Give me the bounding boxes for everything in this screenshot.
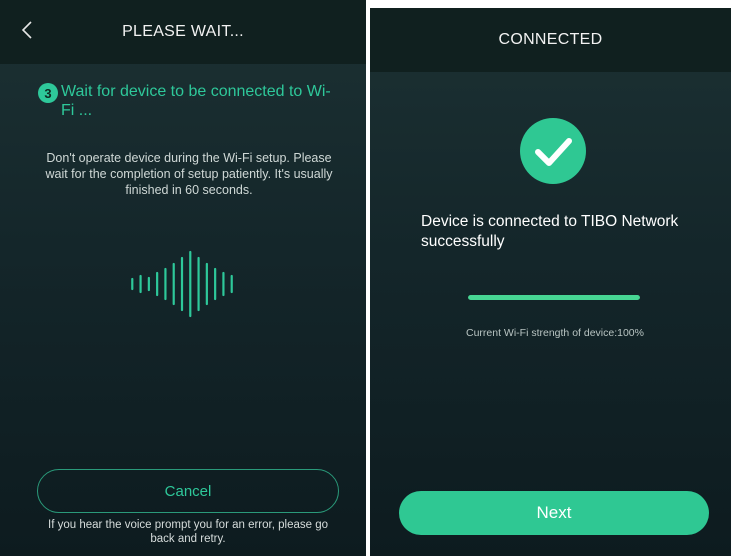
- page-title: CONNECTED: [498, 31, 603, 48]
- wifi-strength-label: Current Wi-Fi strength of device:100%: [466, 327, 644, 339]
- chevron-left-icon: [21, 21, 32, 39]
- success-message: Device is connected to TIBO Network succ…: [421, 213, 679, 250]
- cancel-button[interactable]: Cancel: [37, 469, 339, 513]
- step-indicator: 3 Wait for device to be connected to Wi-…: [38, 82, 338, 120]
- step-number-badge: 3: [38, 83, 58, 103]
- setup-description: Don't operate device during the Wi-Fi se…: [45, 151, 333, 197]
- back-button[interactable]: [16, 18, 38, 42]
- next-button[interactable]: Next: [399, 491, 709, 535]
- page-title: PLEASE WAIT...: [122, 23, 244, 40]
- connected-screen: CONNECTED Device is connected to TIBO Ne…: [370, 8, 731, 556]
- wifi-wait-screen: PLEASE WAIT... 3 Wait for device to be c…: [0, 0, 366, 556]
- top-bar: CONNECTED: [370, 8, 731, 72]
- step-title: Wait for device to be connected to Wi-Fi…: [61, 83, 331, 119]
- check-circle-icon: [520, 118, 586, 184]
- sound-wave-icon: [131, 250, 233, 318]
- top-bar: PLEASE WAIT...: [0, 0, 366, 64]
- error-hint-text: If you hear the voice prompt you for an …: [48, 519, 328, 545]
- wifi-strength-bar: [468, 295, 640, 300]
- wifi-strength-fill: [468, 295, 640, 300]
